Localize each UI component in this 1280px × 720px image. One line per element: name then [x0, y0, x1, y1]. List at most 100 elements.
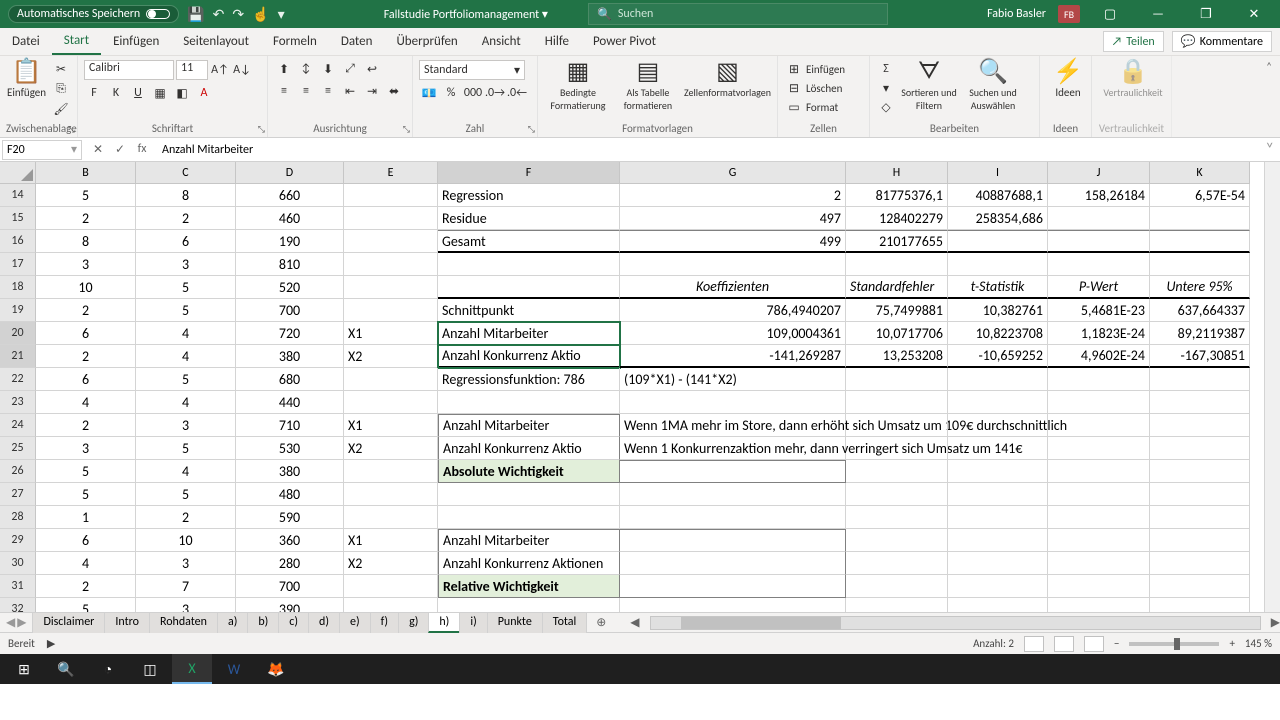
- cell[interactable]: 280: [236, 552, 344, 575]
- cell[interactable]: X1: [344, 529, 438, 552]
- row-header-14[interactable]: 14: [0, 184, 36, 207]
- cell[interactable]: -141,269287: [620, 345, 846, 368]
- view-normal-icon[interactable]: [1024, 636, 1044, 652]
- minimize-icon[interactable]: —: [1140, 7, 1176, 22]
- cell[interactable]: 660: [236, 184, 344, 207]
- name-box[interactable]: F20▾: [2, 140, 82, 160]
- zoom-out-icon[interactable]: −: [1114, 637, 1119, 650]
- cell[interactable]: 6: [36, 368, 136, 391]
- cell[interactable]: [948, 483, 1048, 506]
- cell[interactable]: Wenn 1MA mehr im Store, dann erhöht sich…: [620, 414, 846, 437]
- cell[interactable]: 4: [136, 460, 236, 483]
- cell[interactable]: -167,30851: [1150, 345, 1250, 368]
- cell[interactable]: [948, 552, 1048, 575]
- format-cells-button[interactable]: ▭Format: [784, 98, 863, 116]
- record-macro-icon[interactable]: ▶: [47, 637, 55, 650]
- task-view-icon[interactable]: ◫: [130, 654, 170, 684]
- prev-sheet-icon[interactable]: ◀: [6, 615, 15, 630]
- row-header-29[interactable]: 29: [0, 529, 36, 552]
- cell[interactable]: [948, 598, 1048, 612]
- cell[interactable]: Anzahl Mitarbeiter: [438, 529, 620, 552]
- tab-formeln[interactable]: Formeln: [261, 28, 329, 55]
- increase-font-icon[interactable]: A↑: [210, 61, 230, 79]
- cell[interactable]: 2: [136, 506, 236, 529]
- cell[interactable]: 10,382761: [948, 299, 1048, 322]
- cell[interactable]: [846, 529, 948, 552]
- font-name-combo[interactable]: Calibri: [84, 60, 174, 80]
- cell[interactable]: [344, 207, 438, 230]
- cell[interactable]: 5: [136, 368, 236, 391]
- cell[interactable]: [344, 598, 438, 612]
- cell[interactable]: [846, 552, 948, 575]
- cell[interactable]: 700: [236, 299, 344, 322]
- cell[interactable]: 380: [236, 460, 344, 483]
- cell[interactable]: [1048, 368, 1150, 391]
- cell[interactable]: [846, 253, 948, 276]
- paste-button[interactable]: 📋Einfügen: [6, 60, 47, 99]
- word-taskbar-icon[interactable]: W: [214, 654, 254, 684]
- search-box[interactable]: 🔍 Suchen: [588, 3, 888, 25]
- row-header-26[interactable]: 26: [0, 460, 36, 483]
- cell[interactable]: 497: [620, 207, 846, 230]
- cell[interactable]: 380: [236, 345, 344, 368]
- comma-icon[interactable]: 000: [463, 84, 483, 102]
- cell[interactable]: Gesamt: [438, 230, 620, 253]
- cell[interactable]: [948, 529, 1048, 552]
- cell[interactable]: [1150, 552, 1250, 575]
- cell[interactable]: [846, 437, 948, 460]
- cell[interactable]: Anzahl Konkurrenz Aktio: [438, 437, 620, 460]
- cell[interactable]: [1048, 483, 1150, 506]
- cell[interactable]: [620, 253, 846, 276]
- cell[interactable]: 1: [36, 506, 136, 529]
- cell[interactable]: 460: [236, 207, 344, 230]
- cell[interactable]: [1150, 414, 1250, 437]
- autosum-icon[interactable]: Σ: [876, 60, 896, 78]
- cell[interactable]: 3: [136, 598, 236, 612]
- row-header-15[interactable]: 15: [0, 207, 36, 230]
- cell[interactable]: 360: [236, 529, 344, 552]
- align-top-icon[interactable]: ⬆: [274, 60, 294, 78]
- row-header-16[interactable]: 16: [0, 230, 36, 253]
- cell[interactable]: [1150, 506, 1250, 529]
- start-menu-icon[interactable]: ⊞: [4, 654, 44, 684]
- cell[interactable]: [1150, 230, 1250, 253]
- format-painter-icon[interactable]: 🖌: [51, 100, 71, 118]
- cell[interactable]: Regression: [438, 184, 620, 207]
- tab-powerpivot[interactable]: Power Pivot: [581, 28, 668, 55]
- cell[interactable]: [344, 299, 438, 322]
- cell[interactable]: 6: [36, 529, 136, 552]
- cell[interactable]: 499: [620, 230, 846, 253]
- cell[interactable]: [344, 368, 438, 391]
- cell[interactable]: 210177655: [846, 230, 948, 253]
- number-format-combo[interactable]: Standard▾: [419, 60, 525, 80]
- horizontal-scrollbar[interactable]: [650, 616, 1261, 630]
- cell[interactable]: 4: [136, 345, 236, 368]
- vertical-scrollbar[interactable]: [1264, 162, 1280, 612]
- spreadsheet-grid[interactable]: 14151617181920212223242526272829303132 B…: [0, 162, 1280, 612]
- cell[interactable]: 8: [136, 184, 236, 207]
- cell[interactable]: Untere 95%: [1150, 276, 1250, 299]
- cell[interactable]: [948, 230, 1048, 253]
- cell[interactable]: [344, 184, 438, 207]
- cell[interactable]: [1150, 207, 1250, 230]
- cell[interactable]: 2: [36, 575, 136, 598]
- hscroll-right-icon[interactable]: ▶: [1271, 615, 1280, 630]
- cell[interactable]: [1048, 391, 1150, 414]
- borders-button[interactable]: ▦: [150, 84, 170, 102]
- cell[interactable]: [1048, 552, 1150, 575]
- row-header-23[interactable]: 23: [0, 391, 36, 414]
- cell[interactable]: [948, 253, 1048, 276]
- cell[interactable]: Anzahl Konkurrenz Aktio: [438, 345, 620, 368]
- sheet-tab-Punkte[interactable]: Punkte: [487, 612, 543, 633]
- zoom-slider[interactable]: [1129, 642, 1219, 646]
- cell[interactable]: Schnittpunkt: [438, 299, 620, 322]
- cell[interactable]: [1150, 253, 1250, 276]
- user-avatar[interactable]: FB: [1058, 5, 1080, 23]
- cell[interactable]: 75,7499881: [846, 299, 948, 322]
- hscroll-left-icon[interactable]: ◀: [630, 615, 639, 630]
- wrap-text-icon[interactable]: ↩: [362, 60, 382, 78]
- cell[interactable]: Standardfehler: [846, 276, 948, 299]
- col-header-B[interactable]: B: [36, 162, 136, 184]
- cell[interactable]: 810: [236, 253, 344, 276]
- tab-datei[interactable]: Datei: [0, 28, 52, 55]
